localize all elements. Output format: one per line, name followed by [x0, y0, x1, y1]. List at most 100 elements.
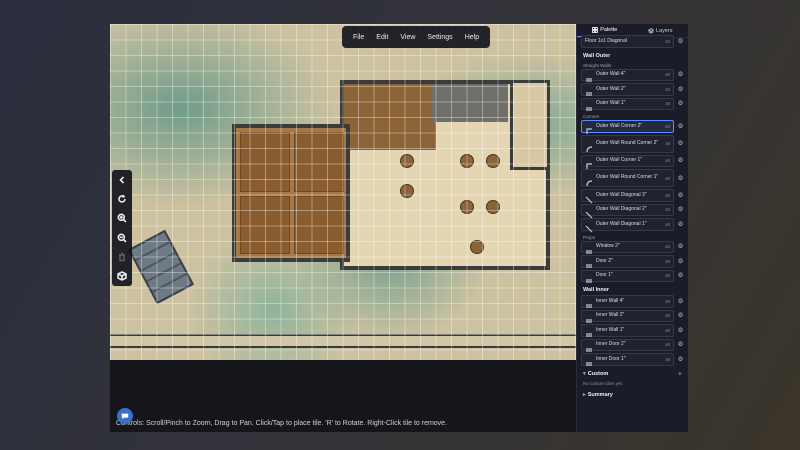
gear-icon[interactable]: ⚙: [677, 157, 684, 164]
straight-wall-icon: [585, 85, 593, 96]
palette-item-outer-wall-corner-2[interactable]: Outer Wall Corner 2" x0: [581, 120, 674, 135]
palette-item-floor-diagonal[interactable]: Floor 1x1 Diagonal x0: [581, 35, 674, 48]
palette-item-label: Outer Wall Diagonal 3": [596, 191, 647, 198]
palette-item-label: Inner Wall 1": [596, 326, 625, 333]
menu-help[interactable]: Help: [460, 34, 484, 41]
palette-item-inner-wall-4[interactable]: Inner Wall 4" x0: [581, 295, 674, 308]
corner-wall-icon: [585, 157, 593, 169]
gear-icon[interactable]: ⚙: [677, 312, 684, 319]
door-icon: [585, 257, 593, 268]
gear-icon[interactable]: ⚙: [677, 86, 684, 93]
side-panel: Palette Layers Floor 1x1 Diagonal x0 ⚙ W…: [576, 24, 688, 432]
gear-icon[interactable]: ⚙: [677, 71, 684, 78]
chat-bubble-icon: [121, 413, 129, 420]
chevron-down-icon: ▾: [583, 371, 586, 377]
grid-overlay: [110, 24, 576, 360]
menu-settings[interactable]: Settings: [422, 34, 457, 41]
rotate-icon[interactable]: [116, 193, 128, 205]
straight-wall-icon: [585, 297, 593, 308]
summary-section-title: Summary: [587, 391, 613, 398]
palette-item-door-2[interactable]: Door 2" x0: [581, 255, 674, 268]
palette-item-outer-wall-2[interactable]: Outer Wall 2" x0: [581, 83, 674, 96]
gear-icon[interactable]: ⚙: [677, 123, 684, 130]
round-corner-icon: [585, 174, 593, 187]
controls-hint: Controls: Scroll/Pinch to Zoom, Drag to …: [116, 420, 448, 427]
palette-item-count: x0: [665, 192, 670, 198]
palette-item-label: Outer Wall Corner 1": [596, 157, 643, 163]
palette-item-outer-wall-diagonal-3[interactable]: Outer Wall Diagonal 3" x0: [581, 189, 674, 204]
gear-icon[interactable]: ⚙: [677, 140, 684, 147]
palette-item-label: Inner Door 1": [596, 355, 626, 362]
palette-item-outer-wall-round-corner-2[interactable]: Outer Wall Round Corner 2" x0: [581, 134, 674, 153]
palette-item-label: Window 2": [596, 243, 620, 249]
palette-item-count: x0: [665, 101, 670, 107]
palette-item-outer-wall-1[interactable]: Outer Wall 1" x0: [581, 97, 674, 111]
chevron-right-icon: ▸: [583, 391, 586, 398]
palette-item-count: x0: [665, 141, 670, 146]
group-corners: Corners: [583, 114, 600, 119]
palette-item-outer-wall-diagonal-2[interactable]: Outer Wall Diagonal 2" x0: [581, 203, 674, 219]
plus-icon[interactable]: +: [678, 371, 682, 378]
palette-item-count: x0: [665, 72, 670, 78]
gear-icon[interactable]: ⚙: [677, 258, 684, 265]
window-icon: [585, 243, 593, 254]
gear-icon[interactable]: ⚙: [677, 221, 684, 228]
straight-wall-icon: [585, 312, 593, 323]
palette-item-label: Outer Wall 2": [596, 85, 626, 92]
gear-icon[interactable]: ⚙: [677, 175, 684, 182]
map-canvas[interactable]: [110, 24, 576, 360]
summary-section-header[interactable]: ▸ Summary: [581, 389, 684, 400]
zoom-in-icon[interactable]: [116, 212, 128, 224]
tab-palette-label: Palette: [600, 27, 618, 33]
custom-section-header[interactable]: ▾ Custom +: [581, 368, 684, 380]
layers-icon: [647, 27, 654, 34]
gear-icon[interactable]: ⚙: [677, 356, 684, 363]
chevron-left-icon[interactable]: [116, 174, 128, 186]
tab-layers-label: Layers: [655, 27, 673, 34]
cube-icon[interactable]: [116, 270, 128, 282]
palette-item-label: Outer Wall 4": [596, 71, 626, 77]
palette-item-inner-wall-1[interactable]: Inner Wall 1" x0: [581, 324, 674, 337]
palette-item-count: x0: [665, 221, 670, 227]
palette-item-inner-wall-2[interactable]: Inner Wall 2" x0: [581, 309, 674, 323]
group-straight-walls: Straight Walls: [583, 62, 612, 68]
zoom-out-icon[interactable]: [116, 232, 128, 244]
left-toolbar: [112, 170, 132, 286]
menu-view[interactable]: View: [395, 34, 420, 41]
palette-item-label: Inner Door 2": [596, 341, 626, 347]
palette-item-outer-wall-corner-1[interactable]: Outer Wall Corner 1" x0: [581, 154, 674, 169]
palette-list: Floor 1x1 Diagonal x0 ⚙ Wall Outer Strai…: [577, 35, 688, 432]
palette-item-outer-wall-round-corner-1[interactable]: Outer Wall Round Corner 1" x0: [581, 169, 674, 187]
palette-item-label: Outer Wall Round Corner 2": [596, 139, 659, 146]
palette-item-label: Door 1": [596, 272, 613, 278]
gear-icon[interactable]: ⚙: [677, 272, 684, 279]
palette-item-count: x0: [665, 327, 670, 333]
chat-button[interactable]: [117, 408, 133, 424]
palette-item-window-2[interactable]: Window 2" x0: [581, 240, 674, 254]
custom-empty-note: No custom tiles yet.: [583, 380, 624, 386]
gear-icon[interactable]: ⚙: [677, 341, 684, 348]
palette-item-count: x0: [665, 356, 670, 362]
gear-icon[interactable]: ⚙: [677, 192, 684, 199]
menu-file[interactable]: File: [348, 34, 369, 41]
palette-item-count: x0: [665, 123, 670, 129]
palette-item-inner-door-1[interactable]: Inner Door 1" x0: [581, 353, 674, 366]
map-editor-window: File Edit View Settings Help Controls: S…: [110, 24, 688, 432]
grid-icon: [592, 27, 599, 33]
palette-item-inner-door-2[interactable]: Inner Door 2" x0: [581, 338, 674, 352]
palette-item-outer-wall-diagonal-1[interactable]: Outer Wall Diagonal 1" x0: [581, 218, 674, 233]
gear-icon[interactable]: ⚙: [677, 38, 684, 45]
palette-item-label: Outer Wall Diagonal 2": [596, 206, 647, 212]
trash-icon[interactable]: [116, 251, 128, 263]
section-wall-inner: Wall Inner: [583, 287, 610, 293]
gear-icon[interactable]: ⚙: [677, 243, 684, 250]
palette-item-door-1[interactable]: Door 1" x0: [581, 269, 674, 283]
straight-wall-icon: [585, 100, 593, 111]
menu-edit[interactable]: Edit: [371, 34, 393, 41]
palette-item-label: Door 2": [596, 257, 613, 264]
palette-item-outer-wall-4[interactable]: Outer Wall 4" x0: [581, 68, 674, 82]
gear-icon[interactable]: ⚙: [677, 206, 684, 213]
gear-icon[interactable]: ⚙: [677, 327, 684, 334]
gear-icon[interactable]: ⚙: [677, 100, 684, 107]
gear-icon[interactable]: ⚙: [677, 298, 684, 305]
